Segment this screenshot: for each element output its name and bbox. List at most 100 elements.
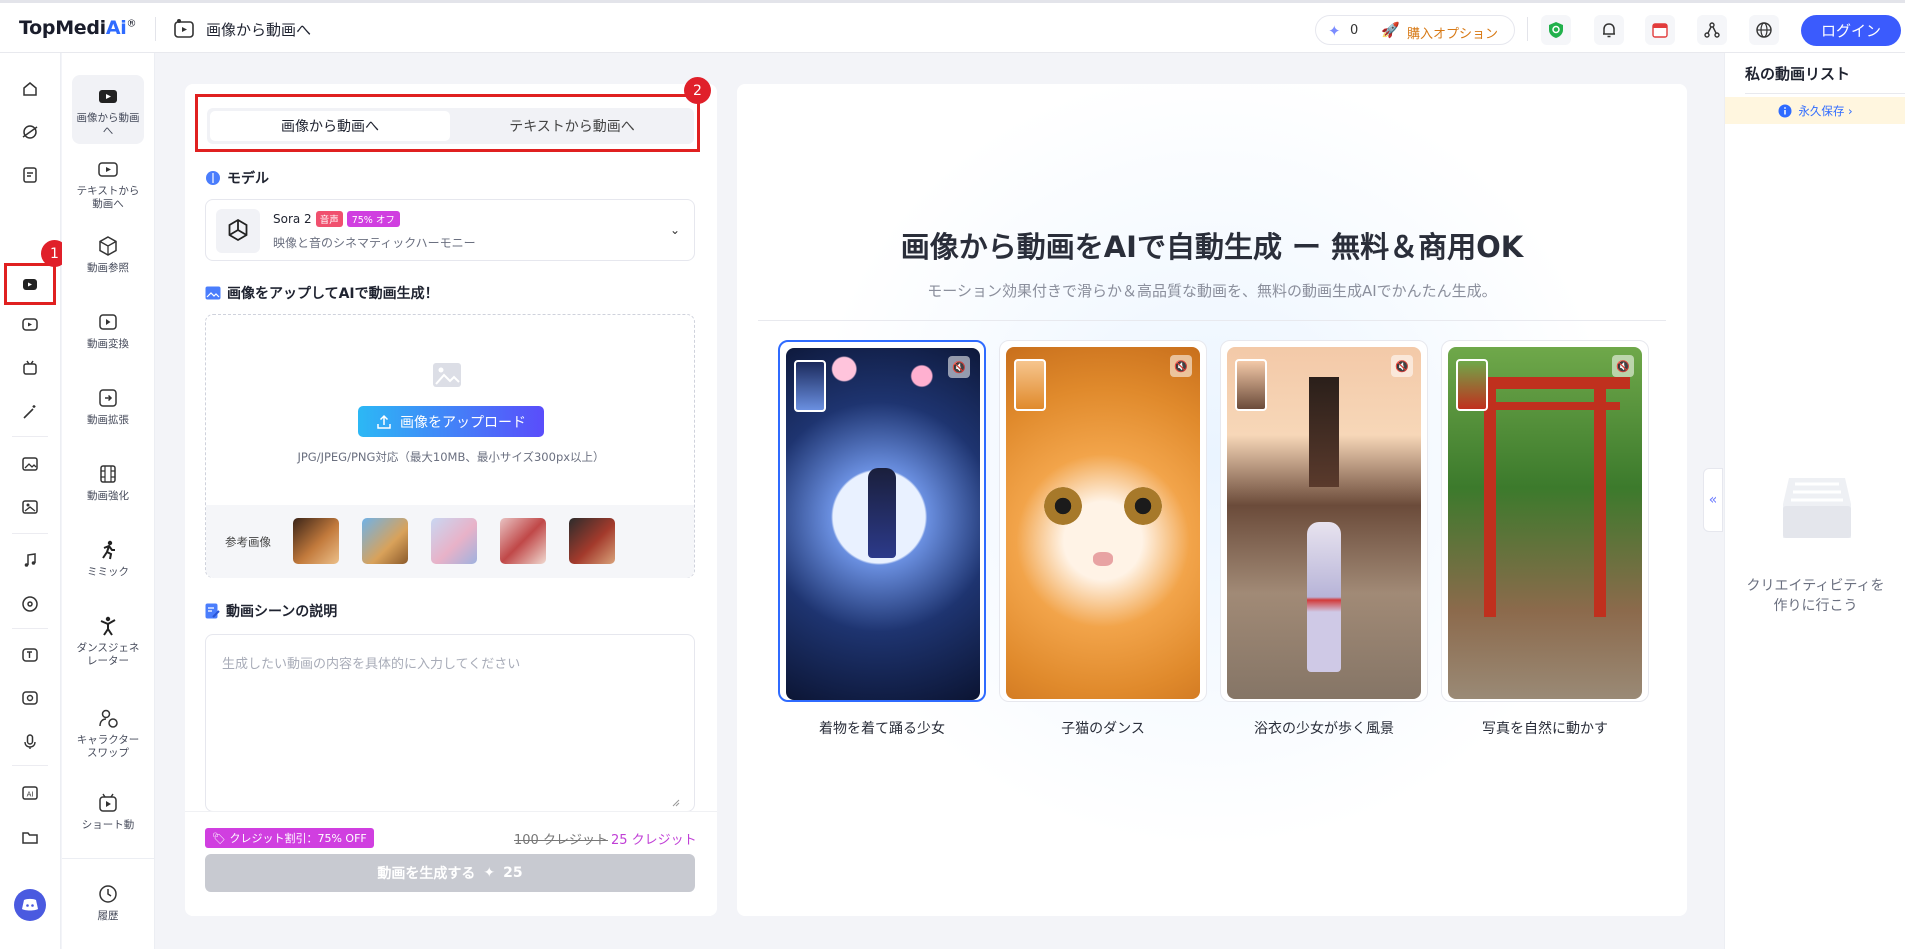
- subnav-item-mimic[interactable]: ミミック: [72, 537, 144, 579]
- example-card-label: 浴衣の少女が歩く風景: [1254, 721, 1394, 737]
- example-card[interactable]: 🔇: [1441, 340, 1649, 702]
- subnav-item-image-to-video[interactable]: 画像から動画へ: [72, 75, 144, 145]
- reference-thumb[interactable]: [569, 518, 615, 564]
- music-icon[interactable]: [17, 547, 43, 573]
- voice-icon[interactable]: [17, 685, 43, 711]
- openai-logo-icon: [216, 209, 260, 253]
- settings-panel: 2 画像から動画へ テキストから動画へ モデル Sora 2 音声 75% オフ…: [185, 77, 717, 916]
- mini-preview: [794, 360, 826, 412]
- example-card[interactable]: 🔇: [1220, 340, 1428, 702]
- rocket-icon: 🚀: [1381, 21, 1400, 39]
- subnav-label: 動画強化: [87, 490, 129, 502]
- subnav-item-short-video[interactable]: ショート動: [72, 790, 144, 832]
- model-select[interactable]: Sora 2 音声 75% オフ 映像と音のシネマティックハーモニー ⌄: [205, 199, 695, 261]
- chevron-down-icon: ⌄: [669, 223, 680, 237]
- woman-figure: [1307, 522, 1341, 672]
- image-icon[interactable]: [17, 451, 43, 477]
- subnav-item-video-convert[interactable]: 動画変換: [72, 309, 144, 351]
- subnav-item-character-swap[interactable]: キャラクタースワップ: [72, 705, 144, 760]
- generate-cost: 25: [503, 865, 523, 881]
- tab-text-to-video[interactable]: テキストから動画へ: [452, 111, 692, 141]
- upload-button[interactable]: 画像をアップロード: [358, 406, 544, 437]
- reference-thumb[interactable]: [362, 518, 408, 564]
- example-card[interactable]: 🔇: [999, 340, 1207, 702]
- sparkle-icon: ✦: [1328, 22, 1341, 40]
- upload-hint: JPG/JPEG/PNG対応（最大10MB、最小サイズ300px以上）: [297, 450, 605, 464]
- home-icon[interactable]: [17, 76, 43, 102]
- vinyl-icon[interactable]: [17, 591, 43, 617]
- upload-dropzone[interactable]: 画像をアップロード JPG/JPEG/PNG対応（最大10MB、最小サイズ300…: [205, 314, 695, 578]
- subnav-label: キャラクタースワップ: [76, 734, 140, 760]
- cube-icon: [72, 233, 144, 259]
- credit-discount-tag: 🏷 クレジット割引：75% OFF: [205, 828, 374, 848]
- info-icon: [1778, 104, 1792, 117]
- mute-icon[interactable]: 🔇: [1170, 355, 1192, 377]
- film-icon: [72, 461, 144, 487]
- short-video-icon: [72, 790, 144, 816]
- sparkle-icon: ✦: [483, 865, 496, 881]
- subnav-item-video-extend[interactable]: 動画拡張: [72, 385, 144, 427]
- collapse-panel-button[interactable]: «: [1703, 468, 1723, 532]
- divider: [62, 858, 155, 859]
- subnav-item-video-reference[interactable]: 動画参照: [72, 233, 144, 275]
- resize-handle-icon[interactable]: [672, 799, 680, 807]
- divider: [155, 17, 156, 41]
- microphone-icon[interactable]: [17, 729, 43, 755]
- example-card-label: 子猫のダンス: [1061, 721, 1145, 737]
- document-icon[interactable]: [17, 162, 43, 188]
- image-to-video-icon[interactable]: [17, 271, 43, 297]
- buy-option-link[interactable]: 購入オプション: [1407, 23, 1498, 42]
- video-effects-icon[interactable]: [17, 355, 43, 381]
- discount-tag: 75% オフ: [346, 211, 400, 227]
- subnav-label: 画像から動画へ: [76, 112, 140, 138]
- subnav-label: テキストから動画へ: [76, 185, 140, 211]
- empty-message: クリエイティビティを 作りに行こう: [1746, 578, 1885, 614]
- mute-icon[interactable]: 🔇: [948, 356, 970, 378]
- video-extend-icon: [72, 385, 144, 411]
- reference-thumb[interactable]: [431, 518, 477, 564]
- subnav-item-history[interactable]: 履歴: [72, 881, 144, 923]
- globe-icon[interactable]: [1749, 15, 1779, 45]
- reference-thumb[interactable]: [500, 518, 546, 564]
- calendar-icon[interactable]: [1645, 15, 1675, 45]
- image-edit-icon[interactable]: [17, 494, 43, 520]
- torii-pillar-right: [1594, 377, 1606, 617]
- description-textarea[interactable]: 生成したい動画の内容を具体的に入力してください: [205, 634, 695, 812]
- video-convert-icon: [72, 309, 144, 335]
- logo[interactable]: TopMediAi®: [19, 17, 137, 39]
- generate-button[interactable]: 動画を生成する ✦ 25: [205, 854, 695, 892]
- explore-icon[interactable]: [17, 119, 43, 145]
- subnav-label: 動画参照: [87, 262, 129, 274]
- ai-tools-icon[interactable]: AI: [17, 780, 43, 806]
- bell-icon[interactable]: [1594, 15, 1624, 45]
- tab-image-to-video[interactable]: 画像から動画へ: [210, 111, 450, 141]
- mute-icon[interactable]: 🔇: [1612, 355, 1634, 377]
- mode-tabs: 画像から動画へ テキストから動画へ: [207, 108, 694, 144]
- subnav-label: 動画変換: [87, 338, 129, 350]
- original-price: 100 クレジット: [514, 833, 608, 848]
- permanent-save-banner[interactable]: 永久保存 ›: [1725, 97, 1905, 124]
- empty-box-icon: [1783, 478, 1851, 538]
- example-card[interactable]: 🔇: [778, 340, 986, 702]
- kitten-eye-left: [1044, 487, 1082, 525]
- panel-footer: 🏷 クレジット割引：75% OFF 100 クレジット 25 クレジット 動画を…: [185, 811, 717, 916]
- mobile-app-icon[interactable]: [17, 945, 43, 949]
- pagoda: [1309, 377, 1339, 487]
- subnav-item-video-enhance[interactable]: 動画強化: [72, 461, 144, 503]
- discord-icon[interactable]: [14, 889, 46, 921]
- subnav-item-text-to-video[interactable]: テキストから動画へ: [72, 156, 144, 211]
- text-to-video-icon[interactable]: [17, 311, 43, 337]
- share-network-icon[interactable]: [1697, 15, 1727, 45]
- text-to-speech-icon[interactable]: [17, 642, 43, 668]
- my-video-list: 私の動画リスト 永久保存 › クリエイティビティを 作りに行こう: [1724, 53, 1905, 949]
- mini-preview: [1014, 359, 1046, 411]
- credit-pill[interactable]: ✦ 0 🚀 購入オプション: [1315, 15, 1515, 45]
- mute-icon[interactable]: 🔇: [1391, 355, 1413, 377]
- folder-icon[interactable]: [17, 824, 43, 850]
- reference-thumb[interactable]: [293, 518, 339, 564]
- login-button[interactable]: ログイン: [1801, 15, 1901, 46]
- double-chevron-left-icon: «: [1708, 492, 1718, 508]
- subnav-item-dance-generator[interactable]: ダンスジェネレーター: [72, 613, 144, 668]
- magic-wand-icon[interactable]: [17, 399, 43, 425]
- vpn-shield-icon[interactable]: [1541, 15, 1571, 45]
